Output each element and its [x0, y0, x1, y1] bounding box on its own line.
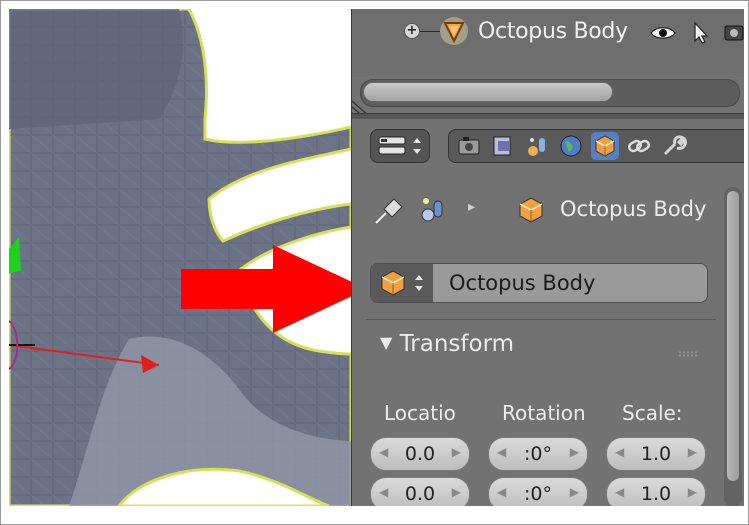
plus-circle-icon[interactable]: +: [404, 23, 420, 39]
outliner-row[interactable]: + Octopus Body: [352, 9, 744, 73]
increment-icon[interactable]: ▶: [570, 485, 579, 499]
object-tab-icon: [595, 135, 615, 157]
breadcrumb: ▸ Octopus Body: [372, 195, 712, 225]
render-tab-icon: [458, 137, 480, 155]
scene-data-icon: [421, 198, 443, 222]
object-cube-icon: [519, 197, 543, 223]
object-properties: ▸ Octopus Body Octopus Body ▼ Transform …: [352, 171, 744, 506]
editor-type-button[interactable]: [370, 129, 430, 163]
layers-tab-icon: [493, 136, 511, 156]
object-tab[interactable]: [591, 132, 619, 160]
world-tab[interactable]: [557, 132, 585, 160]
collapse-triangle-icon: ▼: [380, 333, 393, 352]
context-tab-strip: [448, 129, 744, 163]
section-separator: [366, 319, 716, 320]
scene-tab-icon: [528, 138, 545, 156]
object-browse-button[interactable]: [371, 264, 433, 302]
layers-tab[interactable]: [489, 132, 517, 160]
transform-panel-header[interactable]: ▼ Transform: [380, 331, 514, 357]
pin-icon[interactable]: [372, 195, 408, 225]
camera-icon[interactable]: [724, 23, 744, 43]
rotation-y-field[interactable]: ◀:0° ▶: [488, 477, 588, 506]
vertical-scrollbar[interactable]: [724, 187, 742, 506]
scrollbar-thumb[interactable]: [727, 191, 739, 481]
screenshot-frame: + Octopus Body ▸ Octopus Body Octopus Bo…: [0, 0, 749, 525]
cursor-arrow-icon[interactable]: [693, 21, 709, 45]
rotation-label: Rotation: [502, 401, 586, 425]
properties-tabs-row: [352, 119, 744, 169]
object-cube-icon: [381, 270, 423, 296]
transform-title: Transform: [399, 331, 515, 357]
location-label: Locatio: [384, 401, 456, 425]
editor-type-icon: [378, 136, 421, 155]
scale-label: Scale:: [622, 401, 683, 425]
rotation-x-field[interactable]: ◀:0° ▶: [488, 437, 588, 471]
side-panel: + Octopus Body ▸ Octopus Body Octopus Bo…: [351, 9, 744, 506]
location-y-field[interactable]: ◀ 0.0 ▶: [370, 477, 470, 506]
tree-connector: [420, 31, 440, 32]
increment-icon[interactable]: ▶: [570, 445, 579, 459]
location-x-field[interactable]: ◀ 0.0 ▶: [370, 437, 470, 471]
modifiers-tab-icon: [663, 135, 687, 156]
horizontal-scrollbar[interactable]: [360, 79, 740, 107]
annotation-arrow: [181, 245, 367, 333]
increment-icon[interactable]: ▶: [688, 445, 697, 459]
drag-grip-icon[interactable]: [678, 351, 700, 357]
scale-x-field[interactable]: ◀ 1.0 ▶: [606, 437, 706, 471]
object-name-value[interactable]: Octopus Body: [449, 271, 595, 295]
increment-icon[interactable]: ▶: [688, 485, 697, 499]
increment-icon[interactable]: ▶: [452, 445, 461, 459]
eye-icon[interactable]: [650, 25, 676, 41]
constraints-tab-icon: [628, 139, 650, 153]
scrollbar-thumb[interactable]: [363, 82, 613, 102]
object-name-field[interactable]: Octopus Body: [370, 263, 708, 303]
increment-icon[interactable]: ▶: [452, 485, 461, 499]
scale-y-field[interactable]: ◀ 1.0 ▶: [606, 477, 706, 506]
breadcrumb-object-name: Octopus Body: [560, 197, 707, 221]
scene-tab[interactable]: [523, 132, 551, 160]
modifiers-tab[interactable]: [659, 132, 687, 160]
world-tab-icon: [560, 135, 582, 157]
render-tab[interactable]: [455, 132, 483, 160]
triangle-mesh-icon[interactable]: [440, 17, 468, 45]
constraints-tab[interactable]: [625, 132, 653, 160]
outliner-object-name[interactable]: Octopus Body: [478, 19, 628, 44]
breadcrumb-separator-icon: ▸: [468, 199, 476, 215]
